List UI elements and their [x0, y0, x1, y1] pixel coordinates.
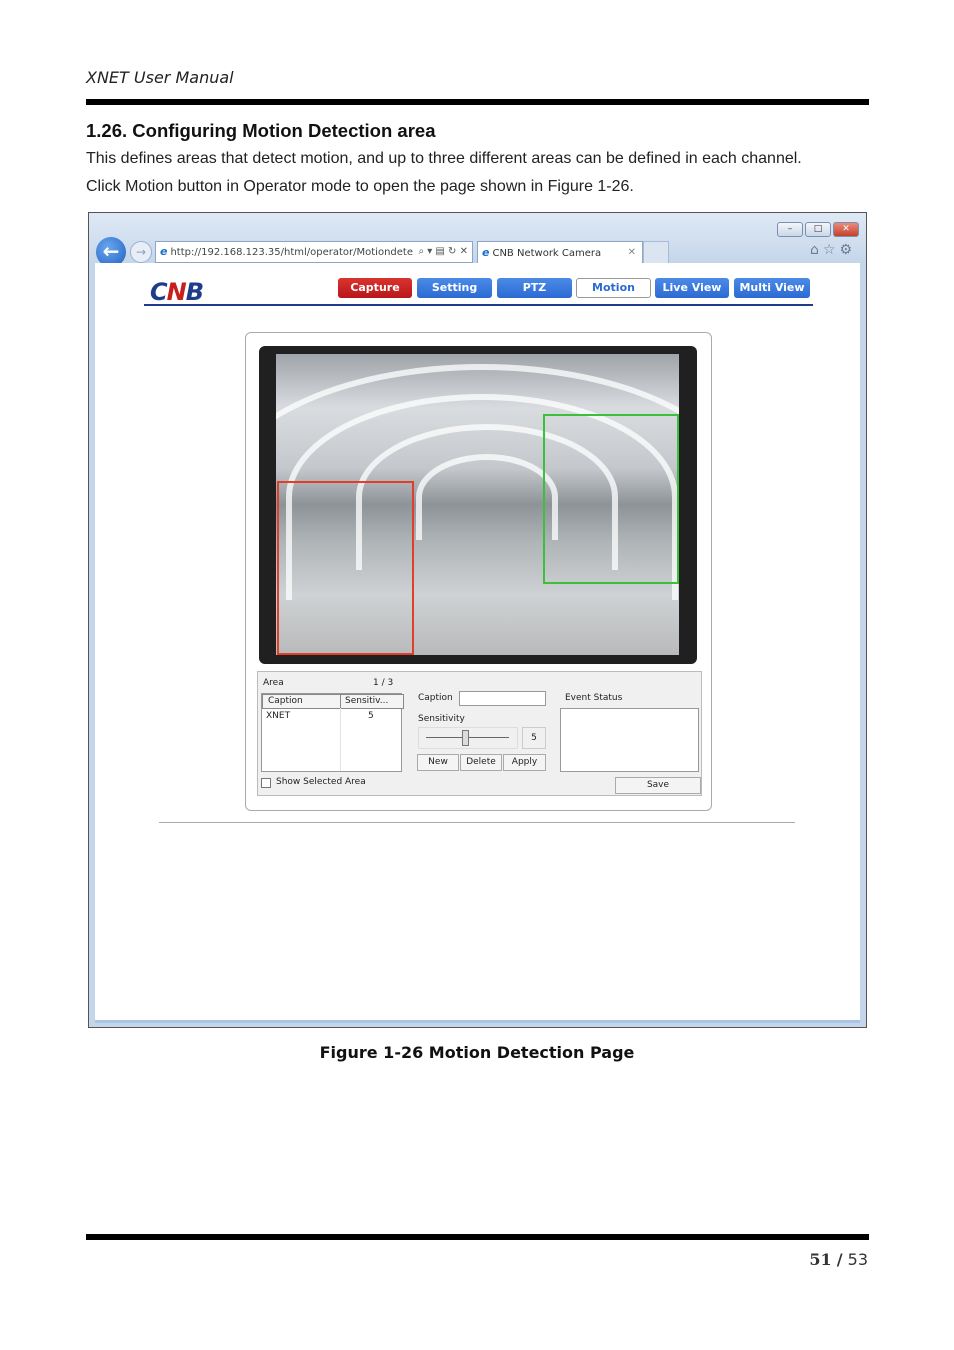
event-status-label: Event Status [565, 693, 623, 703]
search-refresh-stop-icons[interactable]: ⌕ ▾ ▤ ↻ ✕ [418, 242, 468, 262]
url-text: http://192.168.123.35/html/operator/Moti… [170, 247, 413, 258]
tab-close-icon[interactable]: ✕ [628, 242, 636, 264]
minimize-icon[interactable]: – [777, 222, 803, 237]
motion-zone-green[interactable] [543, 414, 679, 584]
tab-title: CNB Network Camera [492, 248, 602, 259]
section-heading: 1.26. Configuring Motion Detection area [86, 120, 436, 141]
event-status-box [560, 708, 699, 772]
browser-screenshot: – □ ✕ ← → e http://192.168.123.35/html/op… [88, 212, 867, 1028]
star-icon[interactable]: ☆ [823, 242, 840, 258]
page-separator: / [836, 1250, 843, 1269]
gear-icon[interactable]: ⚙ [839, 242, 856, 258]
running-header: XNET User Manual [86, 68, 234, 87]
slider-thumb[interactable] [462, 730, 469, 746]
column-sensitivity[interactable]: Sensitiv... [340, 694, 404, 709]
nav-live-view[interactable]: Live View [655, 278, 729, 298]
nav-capture[interactable]: Capture [338, 278, 412, 298]
motion-viewer-panel: Area 1 / 3 Caption Sensitiv... XNET 5 Ca… [245, 332, 712, 811]
new-tab-button[interactable] [643, 241, 669, 263]
figure-caption: Figure 1-26 Motion Detection Page [319, 1043, 635, 1062]
address-bar[interactable]: e http://192.168.123.35/html/operator/Mot… [155, 241, 473, 263]
nav-underline [144, 304, 813, 306]
new-button[interactable]: New [417, 754, 459, 771]
show-selected-label[interactable]: Show Selected Area [276, 777, 366, 787]
sensitivity-slider[interactable] [418, 727, 518, 749]
apply-button[interactable]: Apply [503, 754, 546, 771]
content-divider [159, 822, 795, 823]
motion-controls: Area 1 / 3 Caption Sensitiv... XNET 5 Ca… [257, 671, 702, 796]
manual-page: XNET User Manual 1.26. Configuring Motio… [0, 0, 954, 1350]
sensitivity-label: Sensitivity [418, 714, 465, 724]
ie-icon: e [160, 245, 168, 258]
caption-input[interactable] [459, 691, 546, 706]
ie-icon: e [482, 246, 490, 259]
restore-icon[interactable]: □ [805, 222, 831, 237]
sensitivity-value: 5 [522, 727, 546, 749]
video-frame [259, 346, 697, 664]
area-count: 1 / 3 [373, 678, 394, 688]
page-number: 51 / 53 [809, 1250, 868, 1269]
delete-button[interactable]: Delete [460, 754, 502, 771]
current-page: 51 [809, 1250, 832, 1269]
forward-button[interactable]: → [130, 241, 152, 263]
motion-zone-red[interactable] [277, 481, 414, 655]
nav-ptz[interactable]: PTZ [497, 278, 572, 298]
cnb-logo: CNB [150, 278, 204, 306]
area-table: Caption Sensitiv... XNET 5 [261, 693, 404, 772]
header-rule [86, 99, 869, 105]
column-caption[interactable]: Caption [262, 694, 345, 709]
caption-label: Caption [418, 693, 453, 703]
close-icon[interactable]: ✕ [833, 222, 859, 237]
footer-rule [86, 1234, 869, 1240]
row-sensitivity[interactable]: 5 [368, 711, 374, 721]
nav-multi-view[interactable]: Multi View [734, 278, 810, 298]
row-caption[interactable]: XNET [266, 711, 290, 721]
save-button[interactable]: Save [615, 777, 701, 794]
page-content: CNB Capture Setting PTZ Motion Live View… [95, 263, 860, 1023]
nav-motion[interactable]: Motion [576, 278, 651, 298]
paragraph: This defines areas that detect motion, a… [86, 150, 802, 167]
show-selected-checkbox[interactable] [261, 778, 271, 788]
total-pages: 53 [847, 1250, 868, 1269]
area-label: Area [263, 678, 284, 688]
browser-tab[interactable]: e CNB Network Camera ✕ [477, 241, 643, 264]
camera-image[interactable] [276, 354, 679, 655]
home-icon[interactable]: ⌂ [810, 242, 823, 258]
paragraph: Click Motion button in Operator mode to … [86, 178, 634, 195]
nav-setting[interactable]: Setting [417, 278, 492, 298]
